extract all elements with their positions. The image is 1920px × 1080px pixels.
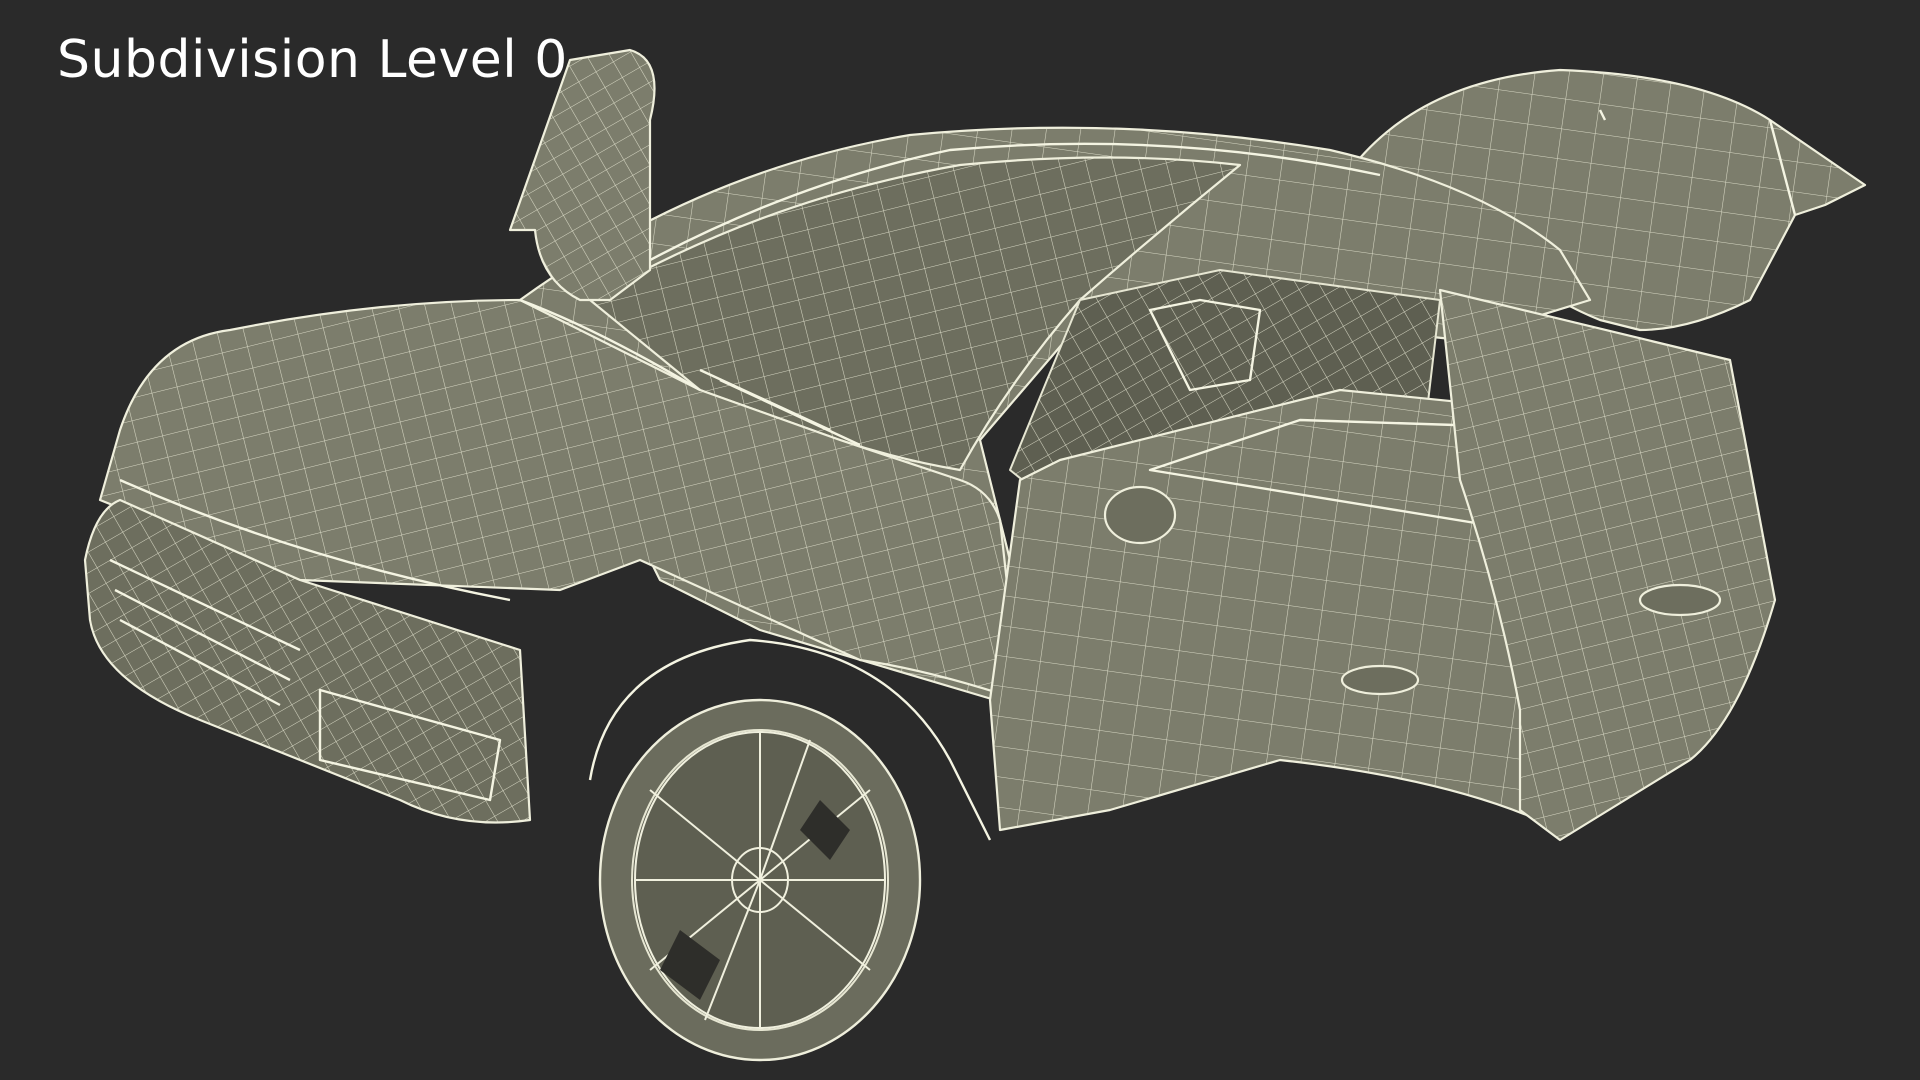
render-viewport: Subdivision Level 0 <box>0 0 1920 1080</box>
front-wheel <box>598 698 922 1062</box>
front-open-door <box>508 48 656 302</box>
car-wireframe-model <box>83 48 1867 1062</box>
